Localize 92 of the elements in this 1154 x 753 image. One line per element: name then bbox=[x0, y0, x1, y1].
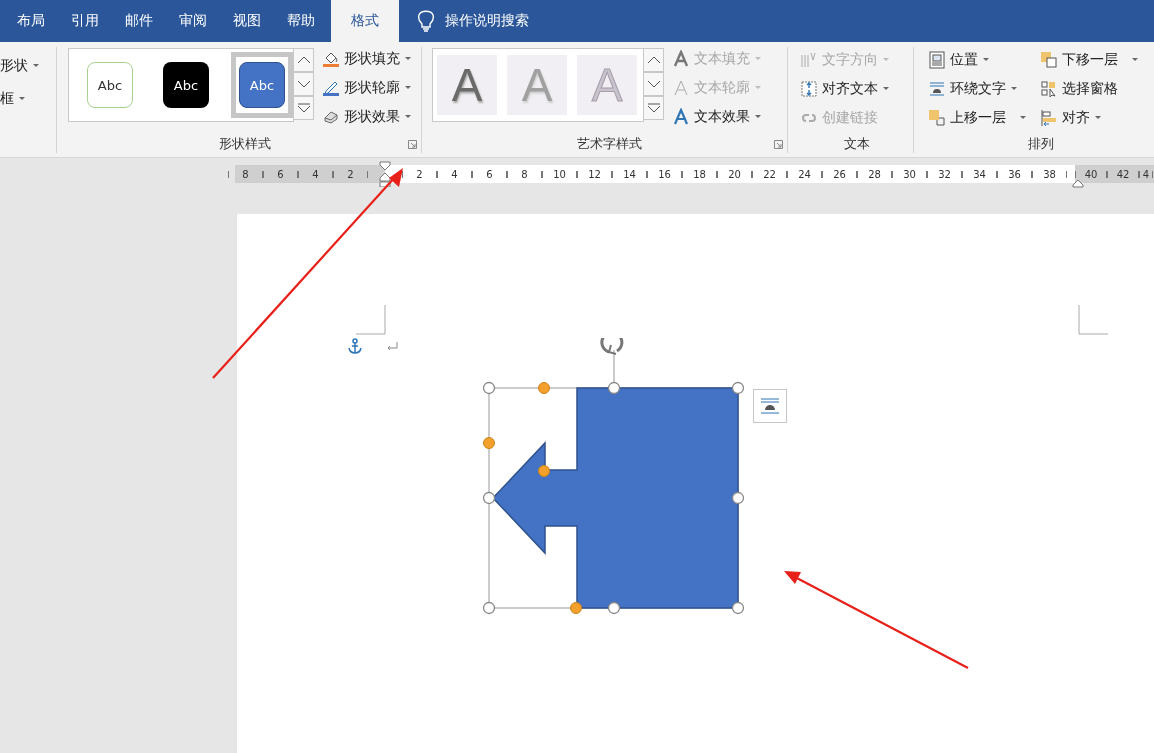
ruler-number: 8 bbox=[228, 168, 263, 180]
ribbon-command[interactable]: 形状效果 bbox=[322, 105, 411, 128]
ruler-number: 38 bbox=[1032, 168, 1067, 180]
expand-gallery-icon bbox=[296, 103, 311, 113]
ribbon-command[interactable]: 文本效果 bbox=[672, 105, 761, 128]
lightbulb-icon bbox=[417, 10, 435, 32]
ribbon-tab[interactable]: 视图 bbox=[220, 0, 274, 42]
dialog-launcher-icon[interactable] bbox=[774, 140, 783, 149]
indent-marker-icon[interactable] bbox=[379, 161, 391, 187]
ruler-number: 18 bbox=[682, 168, 717, 180]
ruler-number: 4 bbox=[298, 168, 333, 180]
group-label: 排列 bbox=[1027, 135, 1055, 153]
ruler-number: 26 bbox=[822, 168, 857, 180]
ruler-number: 8 bbox=[507, 168, 542, 180]
chevron-up-icon bbox=[296, 56, 311, 64]
wrap-text-icon bbox=[928, 79, 946, 98]
ribbon-command[interactable]: 对齐文本 bbox=[800, 77, 913, 100]
ribbon-command[interactable]: 位置 bbox=[928, 48, 1040, 71]
ruler-number: 4 bbox=[1139, 168, 1153, 180]
style-option[interactable]: Abc bbox=[231, 52, 293, 118]
ruler-number: 40 bbox=[1075, 168, 1107, 180]
ribbon-command[interactable]: 环绕文字 bbox=[928, 77, 1040, 100]
ribbon-command[interactable]: 形状填充 bbox=[322, 47, 411, 70]
ruler-number: 36 bbox=[997, 168, 1032, 180]
ruler-number: 2 bbox=[333, 168, 368, 180]
scroll-down-button[interactable] bbox=[644, 72, 664, 96]
ribbon-command[interactable]: 下移一层 bbox=[1040, 48, 1152, 71]
ribbon-tab[interactable]: 布局 bbox=[4, 0, 58, 42]
paragraph-mark-icon bbox=[386, 342, 398, 352]
group-label: 文本 bbox=[842, 135, 871, 153]
ruler-number: 28 bbox=[857, 168, 892, 180]
ruler-number: 34 bbox=[962, 168, 997, 180]
more-button[interactable] bbox=[644, 96, 664, 120]
scroll-up-button[interactable] bbox=[294, 48, 314, 72]
ribbon-command[interactable]: 形状 bbox=[0, 54, 56, 77]
ruler-number: 4 bbox=[437, 168, 472, 180]
margin-corner-mark bbox=[356, 305, 386, 335]
ribbon-command[interactable]: 框 bbox=[0, 87, 56, 110]
ruler-number: 6 bbox=[472, 168, 507, 180]
style-option[interactable]: Abc bbox=[79, 52, 141, 118]
ribbon-tab[interactable]: 邮件 bbox=[112, 0, 166, 42]
group-label: 艺术字样式 bbox=[576, 135, 643, 153]
tell-me-search[interactable]: 操作说明搜索 bbox=[399, 0, 529, 42]
ruler-number: 22 bbox=[752, 168, 787, 180]
scroll-down-button[interactable] bbox=[294, 72, 314, 96]
letter-a-icon bbox=[672, 78, 690, 97]
ruler-number: 20 bbox=[717, 168, 752, 180]
ribbon-command[interactable]: 对齐 bbox=[1040, 106, 1152, 129]
chevron-up-icon bbox=[646, 56, 661, 64]
dialog-launcher-icon[interactable] bbox=[408, 140, 417, 149]
ruler-number: 42 bbox=[1107, 168, 1139, 180]
ribbon-tab[interactable]: 格式 bbox=[331, 0, 399, 42]
ruler-number: 24 bbox=[787, 168, 822, 180]
align-text-icon bbox=[800, 79, 818, 98]
position-icon bbox=[928, 50, 946, 69]
letter-a-icon bbox=[672, 107, 690, 126]
more-button[interactable] bbox=[294, 96, 314, 120]
chevron-down-icon bbox=[296, 80, 311, 88]
layout-options-button[interactable] bbox=[753, 389, 787, 423]
align-icon bbox=[1040, 108, 1058, 127]
ruler-number: 32 bbox=[927, 168, 962, 180]
letter-a-icon bbox=[672, 49, 690, 68]
ribbon-command[interactable]: 选择窗格 bbox=[1040, 77, 1152, 100]
ribbon-tab[interactable]: 审阅 bbox=[166, 0, 220, 42]
ruler-number: 14 bbox=[612, 168, 647, 180]
group-label: 形状样式 bbox=[217, 135, 272, 153]
send-backward-icon bbox=[1040, 50, 1058, 69]
ruler-number: 10 bbox=[542, 168, 577, 180]
ribbon-tab[interactable]: 引用 bbox=[58, 0, 112, 42]
style-swatch: Abc bbox=[87, 62, 133, 108]
ruler-number: 12 bbox=[577, 168, 612, 180]
scroll-up-button[interactable] bbox=[644, 48, 664, 72]
chevron-down-icon bbox=[646, 80, 661, 88]
selection-pane-icon bbox=[1040, 79, 1058, 98]
style-option[interactable]: Abc bbox=[155, 52, 217, 118]
ribbon-command[interactable]: 上移一层 bbox=[928, 106, 1040, 129]
ribbon-command[interactable]: 形状轮廓 bbox=[322, 76, 411, 99]
right-indent-marker-icon[interactable] bbox=[1072, 179, 1084, 188]
style-swatch: Abc bbox=[239, 62, 285, 108]
ribbon-tab[interactable]: 帮助 bbox=[274, 0, 328, 42]
ruler-number: 2 bbox=[402, 168, 437, 180]
ruler-number: 6 bbox=[263, 168, 298, 180]
wordart-option[interactable]: A bbox=[437, 55, 497, 115]
ruler-number: 30 bbox=[892, 168, 927, 180]
ruler-number: 16 bbox=[647, 168, 682, 180]
wrap-text-icon bbox=[760, 398, 780, 414]
margin-corner-mark bbox=[1078, 305, 1108, 335]
expand-gallery-icon bbox=[646, 103, 661, 113]
bring-forward-icon bbox=[928, 108, 946, 127]
text-direction-icon bbox=[800, 50, 818, 69]
anchor-icon bbox=[347, 338, 363, 354]
style-swatch: Abc bbox=[163, 62, 209, 108]
